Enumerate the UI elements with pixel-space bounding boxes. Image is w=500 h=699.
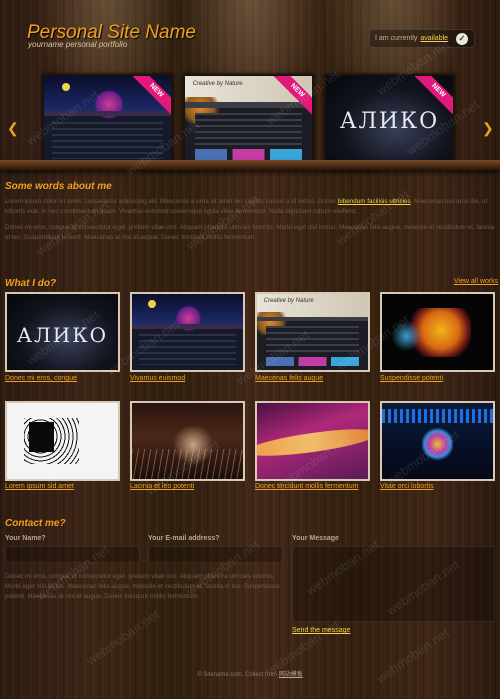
name-label: Your Name? bbox=[5, 535, 46, 542]
footer-copyright: © Sitename.com. Collect from bbox=[197, 672, 278, 678]
availability-status-link[interactable]: available bbox=[420, 35, 448, 42]
footer: © Sitename.com. Collect from 网站模板 bbox=[0, 669, 500, 678]
work-heading: What I do? bbox=[5, 278, 57, 289]
watermark: webmoban.net bbox=[83, 606, 162, 669]
shot-title: Creative by Nature bbox=[192, 80, 243, 87]
about-inline-link[interactable]: bibendum facilisis ultricies bbox=[338, 198, 411, 205]
about-paragraph-2: Donec mi eros, congue ut consectetur ege… bbox=[5, 224, 495, 241]
work-thumb-1[interactable]: АЛИКО bbox=[5, 292, 120, 372]
slide-creative-theme[interactable]: Creative by Nature NEW bbox=[183, 74, 314, 166]
aliko-logo: АЛИКО bbox=[16, 322, 109, 347]
about-text-1a: Lorem ipsum dolor sit amet, consectetur … bbox=[5, 198, 338, 205]
aliko-logo: АЛИКО bbox=[339, 109, 440, 135]
shot-content-rows bbox=[195, 112, 302, 147]
work-caption-7[interactable]: Donec tincidunt mollis fermentum bbox=[255, 483, 359, 490]
contact-text: Donec mi eros, congue ut consectetur ege… bbox=[5, 573, 280, 600]
site-subtitle: yourname personal portfolio bbox=[28, 40, 128, 49]
work-thumb-2[interactable] bbox=[130, 292, 245, 372]
availability-badge: I am currently available ✓ bbox=[369, 29, 475, 48]
work-thumb-4[interactable] bbox=[380, 292, 495, 372]
work-thumb-6[interactable] bbox=[130, 401, 245, 481]
shot-menu-bar bbox=[185, 102, 312, 108]
slider-prev-arrow-icon[interactable]: ❮ bbox=[7, 121, 19, 135]
work-thumb-3[interactable]: Creative by Nature bbox=[255, 292, 370, 372]
shot-menu-bar bbox=[257, 316, 368, 322]
shot-content-rows bbox=[51, 121, 164, 159]
shot-title: Creative by Nature bbox=[263, 298, 314, 305]
light-wave-art bbox=[257, 424, 368, 462]
slider-next-arrow-icon[interactable]: ❯ bbox=[482, 121, 494, 135]
grass-art bbox=[132, 448, 243, 479]
work-caption-8[interactable]: Vitae orci lobortis bbox=[380, 483, 434, 490]
email-input[interactable] bbox=[148, 546, 283, 563]
shot-content-rows bbox=[265, 325, 360, 355]
moon-icon bbox=[61, 83, 70, 92]
message-textarea[interactable] bbox=[292, 546, 495, 622]
contact-heading: Contact me? bbox=[5, 518, 66, 529]
name-input[interactable] bbox=[5, 546, 140, 563]
message-label: Your Message bbox=[292, 535, 339, 542]
work-thumb-5[interactable] bbox=[5, 401, 120, 481]
about-heading: Some words about me bbox=[5, 181, 112, 192]
work-caption-5[interactable]: Lorem ipsum sid amet bbox=[5, 483, 74, 490]
work-thumb-7[interactable] bbox=[255, 401, 370, 481]
shot-menu-bar bbox=[132, 324, 243, 329]
shot-content-rows bbox=[138, 333, 237, 366]
work-caption-2[interactable]: Vivamus euismod bbox=[130, 375, 185, 382]
showcase-shelf bbox=[0, 160, 500, 170]
shot-thumbnails bbox=[265, 357, 360, 367]
footer-link[interactable]: 网站模板 bbox=[279, 672, 303, 678]
send-message-button[interactable]: Send the message bbox=[292, 627, 350, 634]
city-lights-art bbox=[382, 409, 493, 423]
check-icon: ✓ bbox=[456, 33, 468, 45]
slide-dark-theme[interactable]: NEW bbox=[42, 74, 173, 166]
about-paragraph-1: Lorem ipsum dolor sit amet, consectetur … bbox=[5, 197, 495, 217]
shot-thumbnails bbox=[195, 149, 302, 160]
work-caption-3[interactable]: Maecenas felis augue bbox=[255, 375, 323, 382]
ink-blot-art bbox=[29, 422, 54, 453]
slide-aliko-theme[interactable]: АЛИКО NEW bbox=[324, 74, 455, 166]
character-illustration bbox=[421, 425, 454, 463]
work-caption-6[interactable]: Lacinia et leo potenti bbox=[130, 483, 194, 490]
work-thumb-8[interactable] bbox=[380, 401, 495, 481]
shot-menu-bar bbox=[44, 111, 171, 117]
email-label: Your E-mail address? bbox=[148, 535, 220, 542]
moon-icon bbox=[147, 300, 156, 309]
work-caption-4[interactable]: Suspendisse potenti bbox=[380, 375, 443, 382]
availability-prefix: I am currently bbox=[375, 35, 418, 42]
work-caption-1[interactable]: Donec mi eros, congue bbox=[5, 375, 77, 382]
paint-splash-art-blue bbox=[390, 320, 422, 351]
view-all-works-link[interactable]: View all works bbox=[454, 278, 498, 285]
